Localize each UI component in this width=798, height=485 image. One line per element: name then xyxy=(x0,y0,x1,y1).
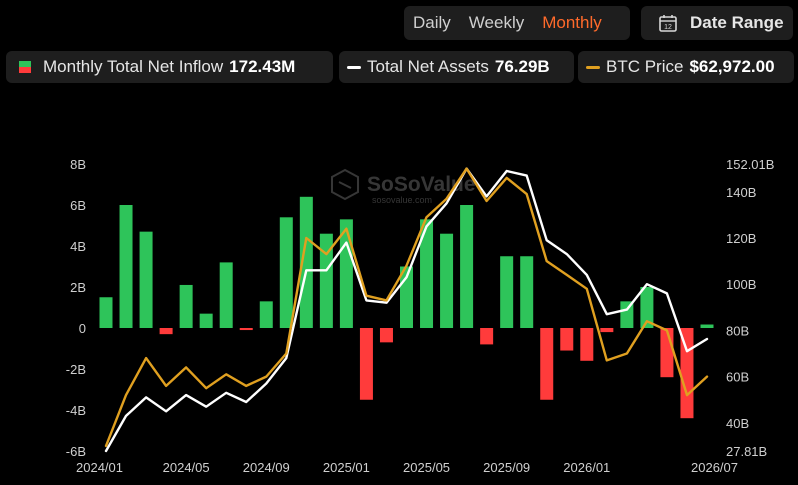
inflow-bar[interactable] xyxy=(660,328,674,378)
inflow-bar[interactable] xyxy=(179,284,193,328)
left-axis-tick: -4B xyxy=(66,403,86,418)
right-axis-tick: 27.81B xyxy=(726,444,767,459)
right-axis-tick: 80B xyxy=(726,323,749,338)
inflow-bar[interactable] xyxy=(520,256,534,328)
inflow-bar[interactable] xyxy=(540,328,554,400)
left-axis-tick: 6B xyxy=(70,198,86,213)
x-axis-tick: 2024/09 xyxy=(243,460,290,475)
left-axis-tick: 2B xyxy=(70,280,86,295)
watermark-url: sosovalue.com xyxy=(372,195,432,205)
inflow-bar[interactable] xyxy=(500,256,514,328)
x-axis-tick: 2024/05 xyxy=(163,460,210,475)
inflow-bar[interactable] xyxy=(139,231,153,328)
left-axis-tick: -2B xyxy=(66,362,86,377)
inflow-bar[interactable] xyxy=(379,328,393,343)
watermark-name: SoSoValue xyxy=(367,173,476,196)
inflow-bar[interactable] xyxy=(239,328,253,331)
sosovalue-logo-icon xyxy=(331,168,359,201)
left-axis-tick: 0 xyxy=(79,321,86,336)
inflow-bar[interactable] xyxy=(560,328,574,351)
right-axis-tick: 152.01B xyxy=(726,157,774,172)
inflow-bar[interactable] xyxy=(440,233,454,328)
left-axis-tick: -6B xyxy=(66,444,86,459)
x-axis-tick: 2025/05 xyxy=(403,460,450,475)
right-axis-tick: 60B xyxy=(726,370,749,385)
left-axis-tick: 8B xyxy=(70,157,86,172)
x-axis-tick: 2024/01 xyxy=(76,460,123,475)
inflow-bar[interactable] xyxy=(580,328,594,361)
inflow-bar[interactable] xyxy=(259,301,273,328)
x-axis-tick: 2025/09 xyxy=(483,460,530,475)
etf-flow-chart: SoSoValue sosovalue.com 8B 6B 4B 2B 0 -2B -4B -… xyxy=(66,157,775,475)
inflow-bar[interactable] xyxy=(119,205,133,328)
inflow-bar[interactable] xyxy=(199,313,213,328)
right-axis-tick: 40B xyxy=(726,416,749,431)
right-axis-tick: 120B xyxy=(726,231,756,246)
inflow-bar[interactable] xyxy=(279,217,293,328)
left-axis-tick: 4B xyxy=(70,239,86,254)
inflow-bar[interactable] xyxy=(359,328,373,400)
inflow-bar[interactable] xyxy=(480,328,494,345)
right-axis-tick: 140B xyxy=(726,185,756,200)
inflow-bar[interactable] xyxy=(99,297,113,328)
inflow-bar[interactable] xyxy=(460,205,474,328)
inflow-bar[interactable] xyxy=(159,328,173,335)
inflow-bar[interactable] xyxy=(600,328,614,333)
x-axis-tick: 2025/01 xyxy=(323,460,370,475)
x-axis-tick: 2026/07 xyxy=(691,460,738,475)
inflow-bar[interactable] xyxy=(700,324,714,328)
x-axis-tick: 2026/01 xyxy=(563,460,610,475)
inflow-bar[interactable] xyxy=(219,262,233,328)
right-axis-tick: 100B xyxy=(726,277,756,292)
